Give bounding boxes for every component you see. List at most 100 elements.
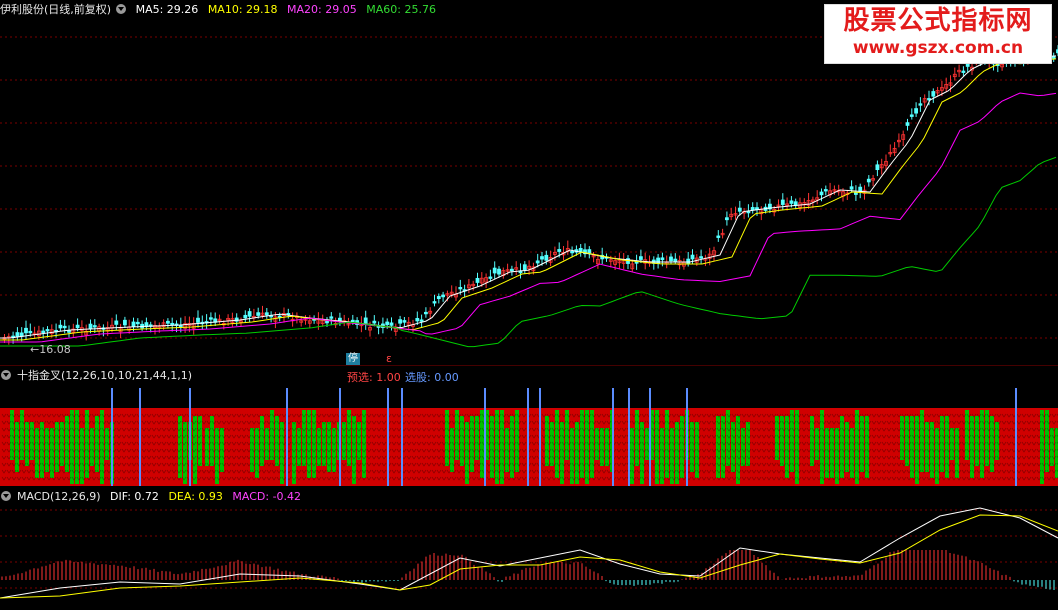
signal-bear-cell — [465, 422, 469, 484]
watermark: 股票公式指标网 www.gszx.com.cn — [824, 4, 1052, 64]
watermark-url: www.gszx.com.cn — [852, 38, 1024, 58]
signal-bear-cell — [680, 416, 684, 478]
signal-bear-cell — [297, 428, 301, 466]
candle-body — [789, 200, 794, 204]
signal-bear-cell — [515, 410, 519, 472]
signal-bear-cell — [280, 422, 284, 484]
signal-bear-cell — [490, 416, 494, 478]
signal-bear-cell — [205, 428, 209, 466]
signal-bear-cell — [362, 410, 366, 478]
candle-body — [398, 319, 403, 324]
candle-body — [823, 189, 828, 192]
candle-body — [131, 321, 136, 327]
candle-body — [819, 191, 824, 196]
candle-body — [669, 256, 673, 262]
candle-body — [350, 319, 355, 323]
candle-body — [660, 257, 665, 261]
candle-body — [256, 312, 261, 316]
signal-bear-cell — [790, 410, 794, 472]
candle-body — [914, 108, 918, 114]
candle-body — [196, 317, 200, 323]
candle-body — [849, 186, 854, 190]
signal-bear-cell — [995, 422, 999, 460]
macd-chart[interactable] — [0, 488, 1058, 610]
candle-body — [329, 316, 334, 319]
candle-body — [875, 164, 880, 171]
candle-body — [716, 235, 721, 238]
candle-body — [866, 178, 871, 183]
candle-body — [247, 311, 252, 317]
ma5-line — [0, 55, 1057, 339]
macd-histogram — [1, 550, 1055, 591]
candle-body — [24, 327, 28, 334]
candle-body — [639, 256, 643, 260]
ma10-line — [0, 58, 1057, 341]
candle-body — [909, 114, 914, 117]
candle-body — [475, 277, 480, 283]
signal-bear-cell — [30, 422, 34, 460]
signal-bear-cell — [640, 422, 644, 484]
candle-body — [509, 268, 514, 272]
candle-body — [243, 314, 248, 319]
signal-bear-cell — [785, 416, 789, 478]
candle-body — [58, 324, 63, 329]
candle-body — [492, 267, 497, 274]
candle-body — [75, 324, 80, 329]
signal-glyph: ε — [386, 352, 392, 365]
candle-body — [165, 320, 170, 324]
candle-body — [135, 321, 140, 325]
candle-body — [170, 322, 175, 326]
candle-body — [62, 325, 67, 329]
candle-body — [385, 321, 390, 325]
signal-bear-cell — [1050, 428, 1054, 466]
signal-bear-cell — [716, 416, 720, 478]
candle-body — [961, 70, 966, 73]
signal-bear-cell — [741, 428, 745, 466]
candle-body — [755, 207, 759, 210]
signal-bear-cell — [183, 422, 187, 484]
signal-bear-cell — [90, 428, 94, 466]
candle-body — [557, 249, 562, 252]
signal-bear-cell — [575, 422, 579, 484]
signal-bear-cell — [307, 410, 311, 478]
candle-body — [123, 319, 127, 326]
candle-body — [432, 301, 437, 304]
candle-body — [114, 320, 119, 325]
candle-body — [570, 250, 574, 254]
candle-body — [750, 207, 755, 211]
signal-bear-cell — [910, 416, 914, 478]
ma20-line — [0, 92, 1057, 343]
signal-bear-cell — [560, 422, 564, 484]
candle-body — [415, 318, 420, 322]
candle-body — [41, 330, 46, 334]
candle-body — [419, 319, 424, 322]
candle-body — [854, 192, 858, 195]
signal-bear-cell — [317, 428, 321, 466]
signal-bear-cell — [342, 422, 346, 460]
candle-body — [578, 248, 583, 253]
signal-bear-cell — [1045, 410, 1049, 472]
candle-body — [372, 320, 377, 324]
signal-grid[interactable] — [0, 366, 1058, 486]
dea-line — [0, 514, 1058, 599]
candle-body — [88, 323, 93, 330]
signal-bear-cell — [945, 416, 949, 478]
candle-body — [389, 322, 394, 326]
candle-body — [458, 287, 463, 290]
signal-bear-cell — [865, 416, 869, 478]
stop-badge-label: 停 — [348, 353, 358, 364]
signal-bear-cell — [510, 416, 514, 478]
low-price-marker: ←16.08 — [30, 343, 71, 356]
ma60-line — [0, 156, 1057, 348]
candle-body — [402, 320, 407, 323]
candle-body — [264, 312, 269, 316]
signal-bear-cell — [920, 410, 924, 472]
candle-body — [690, 254, 695, 260]
signal-bear-cell — [970, 416, 974, 478]
candle-body — [363, 317, 368, 324]
candle-body — [686, 258, 691, 264]
candle-body — [497, 268, 501, 275]
candle-body — [673, 258, 678, 262]
candle-body — [28, 330, 33, 334]
stop-badge: 停 — [346, 353, 360, 365]
